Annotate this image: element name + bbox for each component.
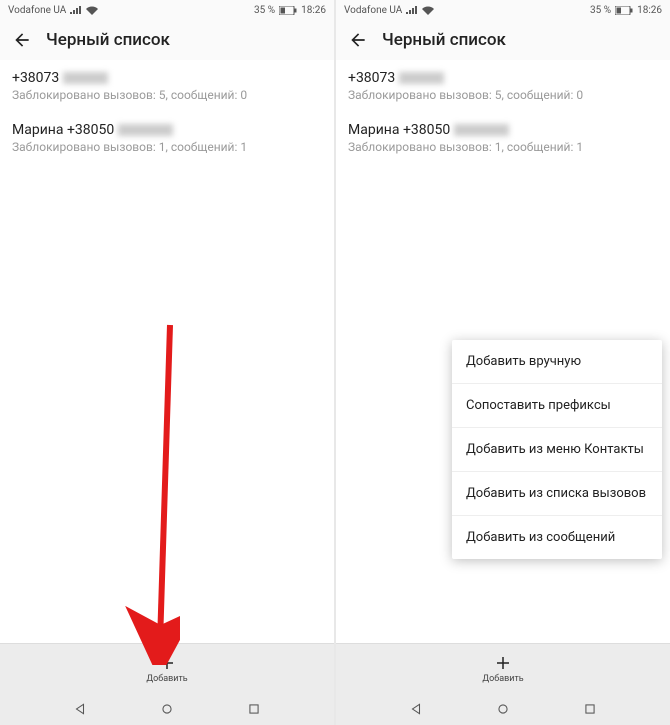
signal-icon bbox=[406, 6, 418, 15]
redacted bbox=[118, 124, 173, 136]
redacted bbox=[399, 72, 444, 84]
battery-label: 35 % bbox=[590, 5, 611, 16]
blocked-summary: Заблокировано вызовов: 5, сообщений: 0 bbox=[12, 88, 322, 102]
battery-label: 35 % bbox=[254, 5, 275, 16]
battery-icon bbox=[279, 6, 297, 15]
nav-back-icon[interactable] bbox=[409, 702, 423, 716]
nav-back-icon[interactable] bbox=[73, 702, 87, 716]
blocked-list: +38073 Заблокировано вызовов: 5, сообщен… bbox=[0, 60, 334, 643]
menu-item-contacts[interactable]: Добавить из меню Контакты bbox=[452, 428, 662, 472]
plus-icon bbox=[158, 654, 176, 672]
header: Черный список bbox=[0, 20, 334, 60]
screen-left: Vodafone UA 35 % 18:26 Черный список +38… bbox=[0, 0, 334, 725]
blocked-summary: Заблокировано вызовов: 1, сообщений: 1 bbox=[12, 140, 322, 154]
nav-recent-icon[interactable] bbox=[583, 702, 597, 716]
page-title: Черный список bbox=[382, 30, 506, 50]
contact-number: Марина +38050 bbox=[12, 122, 114, 138]
contact-number: Марина +38050 bbox=[348, 122, 450, 138]
menu-item-call-log[interactable]: Добавить из списка вызовов bbox=[452, 472, 662, 516]
list-item[interactable]: +38073 Заблокировано вызовов: 5, сообщен… bbox=[336, 60, 670, 112]
carrier-label: Vodafone UA bbox=[8, 5, 66, 16]
carrier-label: Vodafone UA bbox=[344, 5, 402, 16]
nav-recent-icon[interactable] bbox=[247, 702, 261, 716]
time-label: 18:26 bbox=[301, 5, 326, 16]
contact-number: +38073 bbox=[348, 70, 395, 86]
signal-icon bbox=[70, 6, 82, 15]
nav-home-icon[interactable] bbox=[496, 702, 510, 716]
list-item[interactable]: +38073 Заблокировано вызовов: 5, сообщен… bbox=[0, 60, 334, 112]
screen-right: Vodafone UA 35 % 18:26 Черный список +38… bbox=[336, 0, 670, 725]
add-button[interactable]: Добавить bbox=[336, 643, 670, 693]
statusbar: Vodafone UA 35 % 18:26 bbox=[0, 0, 334, 20]
back-icon[interactable] bbox=[12, 30, 32, 50]
wifi-icon bbox=[422, 6, 434, 15]
blocked-list: +38073 Заблокировано вызовов: 5, сообщен… bbox=[336, 60, 670, 643]
back-icon[interactable] bbox=[348, 30, 368, 50]
blocked-summary: Заблокировано вызовов: 5, сообщений: 0 bbox=[348, 88, 658, 102]
add-menu: Добавить вручную Сопоставить префиксы До… bbox=[452, 340, 662, 559]
header: Черный список bbox=[336, 20, 670, 60]
android-navbar bbox=[0, 693, 334, 725]
list-item[interactable]: Марина +38050 Заблокировано вызовов: 1, … bbox=[0, 112, 334, 164]
page-title: Черный список bbox=[46, 30, 170, 50]
add-label: Добавить bbox=[146, 674, 187, 684]
battery-icon bbox=[615, 6, 633, 15]
plus-icon bbox=[494, 654, 512, 672]
redacted bbox=[63, 72, 108, 84]
wifi-icon bbox=[86, 6, 98, 15]
add-label: Добавить bbox=[482, 674, 523, 684]
list-item[interactable]: Марина +38050 Заблокировано вызовов: 1, … bbox=[336, 112, 670, 164]
time-label: 18:26 bbox=[637, 5, 662, 16]
redacted bbox=[454, 124, 509, 136]
statusbar: Vodafone UA 35 % 18:26 bbox=[336, 0, 670, 20]
add-button[interactable]: Добавить bbox=[0, 643, 334, 693]
menu-item-manual[interactable]: Добавить вручную bbox=[452, 340, 662, 384]
menu-item-prefixes[interactable]: Сопоставить префиксы bbox=[452, 384, 662, 428]
android-navbar bbox=[336, 693, 670, 725]
blocked-summary: Заблокировано вызовов: 1, сообщений: 1 bbox=[348, 140, 658, 154]
contact-number: +38073 bbox=[12, 70, 59, 86]
menu-item-messages[interactable]: Добавить из сообщений bbox=[452, 516, 662, 559]
nav-home-icon[interactable] bbox=[160, 702, 174, 716]
